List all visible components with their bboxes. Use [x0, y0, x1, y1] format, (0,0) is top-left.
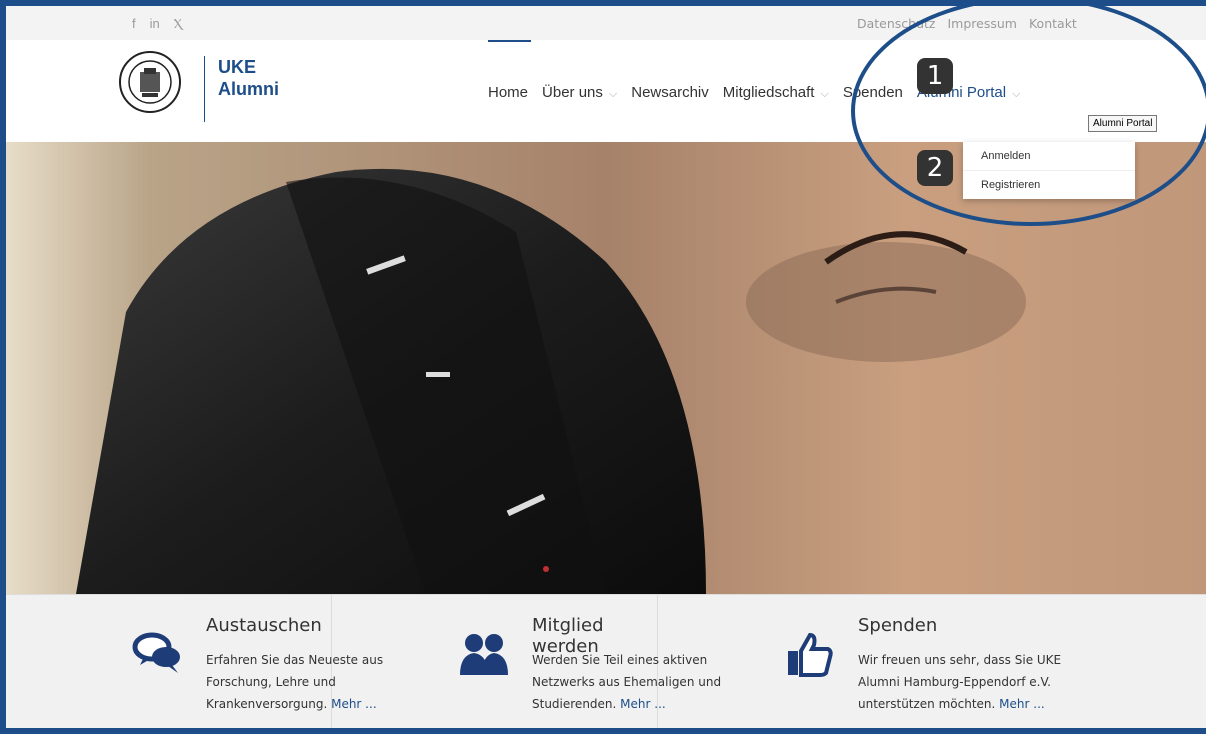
chevron-down-icon: ⌵	[820, 88, 829, 100]
alumni-portal-tooltip: Alumni Portal	[1088, 115, 1158, 132]
facebook-icon[interactable]: f	[132, 16, 136, 32]
top-bar: f in Ⲭ Datenschutz Impressum Kontakt	[6, 6, 1206, 41]
nav-ueber-uns[interactable]: Über uns ⌵	[542, 84, 617, 101]
menu-item-anmelden[interactable]: Anmelden	[963, 142, 1135, 171]
users-icon	[460, 634, 508, 675]
features-section: Austauschen Erfahren Sie das Neueste aus…	[6, 594, 1206, 728]
feature-title: Austauschen	[206, 615, 322, 636]
nav-newsarchiv[interactable]: Newsarchiv	[631, 84, 709, 101]
page-frame: f in Ⲭ Datenschutz Impressum Kontakt UKE…	[0, 0, 1206, 734]
site-header: UKE Alumni Home Über uns ⌵ Newsarchiv Mit…	[6, 40, 1206, 142]
kontakt-link[interactable]: Kontakt	[1029, 16, 1077, 31]
thumbs-up-icon	[788, 632, 833, 677]
logo-line-1: UKE	[218, 57, 257, 77]
chevron-down-icon: ⌵	[1012, 88, 1021, 100]
nav-label: Mitgliedschaft	[722, 84, 815, 101]
impressum-link[interactable]: Impressum	[948, 16, 1017, 31]
site-logo[interactable]: UKE Alumni	[218, 56, 279, 100]
nav-label: Über uns	[542, 84, 603, 101]
logo-divider	[204, 56, 205, 122]
nav-spenden[interactable]: Spenden	[843, 84, 903, 101]
linkedin-icon[interactable]: in	[150, 16, 160, 32]
nav-home[interactable]: Home	[488, 84, 528, 101]
feature-title: Spenden	[858, 615, 938, 636]
xing-icon[interactable]: Ⲭ	[174, 16, 182, 32]
feature-text: Wir freuen uns sehr, dass Sie UKE Alumni…	[858, 649, 1068, 715]
social-links: f in Ⲭ	[132, 16, 182, 32]
chevron-down-icon: ⌵	[608, 88, 618, 100]
logo-line-2: Alumni	[218, 79, 279, 99]
nav-label: Spenden	[842, 84, 903, 101]
menu-item-registrieren[interactable]: Registrieren	[963, 171, 1135, 199]
hero-image	[6, 142, 1206, 594]
university-seal-icon[interactable]	[118, 50, 182, 114]
mehr-link[interactable]: Mehr ...	[999, 697, 1045, 711]
step-badge-1: 1	[917, 58, 953, 94]
microscope-eyepiece-image	[6, 142, 1206, 594]
chat-bubbles-icon	[132, 632, 180, 673]
feature-mitglied-werden: Mitglied werden Werden Sie Teil eines ak…	[332, 595, 721, 728]
nav-mitgliedschaft[interactable]: Mitgliedschaft ⌵	[723, 84, 829, 101]
meta-links: Datenschutz Impressum Kontakt	[857, 16, 1077, 31]
feature-spenden: Spenden Wir freuen uns sehr, dass Sie UK…	[658, 595, 1206, 728]
home-active-indicator	[488, 40, 531, 42]
feature-austauschen: Austauschen Erfahren Sie das Neueste aus…	[6, 595, 383, 728]
step-badge-2: 2	[917, 150, 953, 186]
datenschutz-link[interactable]: Datenschutz	[857, 16, 936, 31]
alumni-portal-dropdown: Anmelden Registrieren	[963, 142, 1135, 199]
